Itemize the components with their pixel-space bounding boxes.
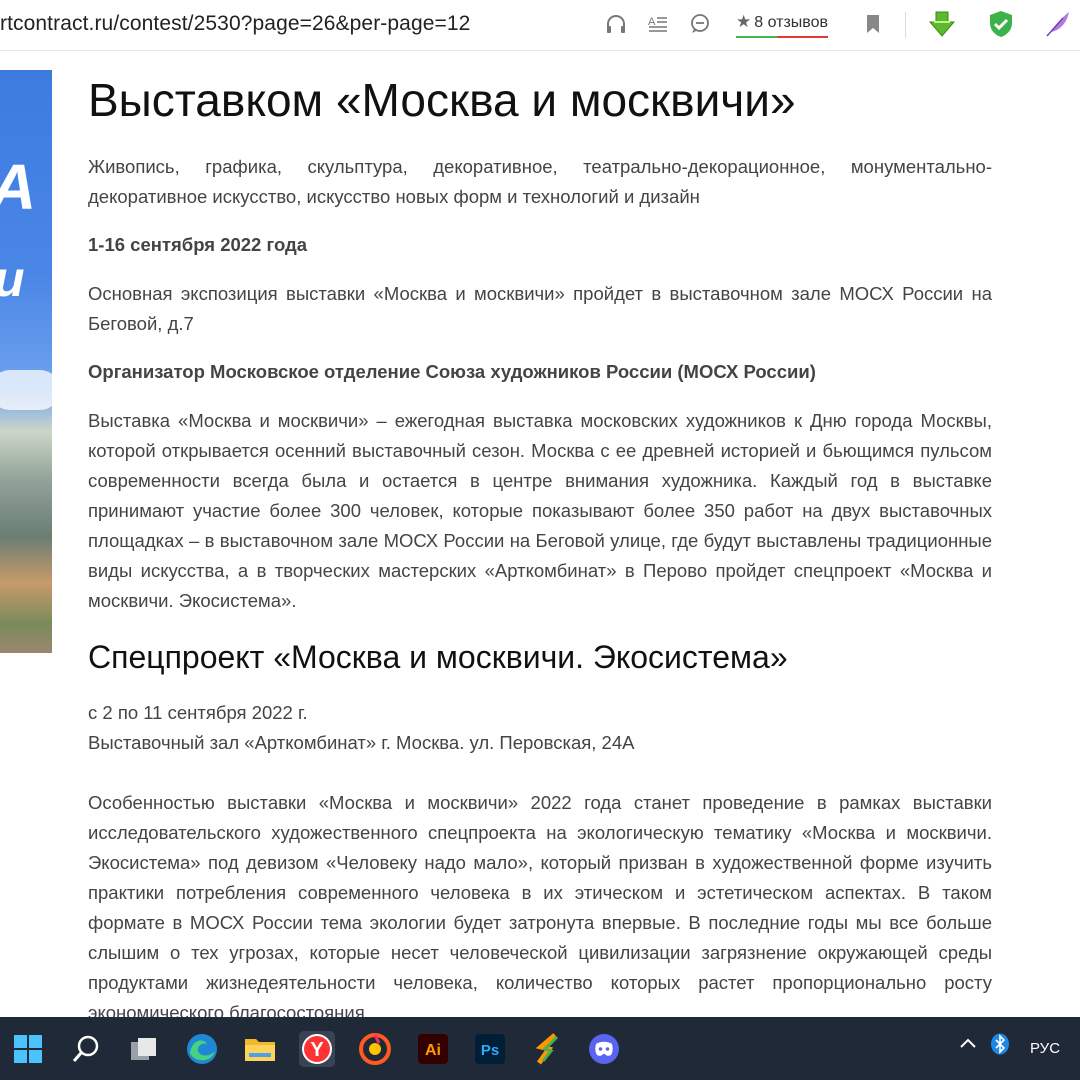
address-bar-url[interactable]: rtcontract.ru/contest/2530?page=26&per-p… [0, 12, 470, 36]
banner-image[interactable]: А и [0, 70, 52, 653]
organizer-text: Организатор Московское отделение Союза х… [88, 361, 816, 382]
section-title: Спецпроект «Москва и москвичи. Экосистем… [88, 639, 788, 675]
svg-text:Y: Y [310, 1039, 324, 1061]
download-icon[interactable] [928, 10, 956, 38]
file-explorer-icon[interactable] [242, 1031, 278, 1067]
discord-icon[interactable] [586, 1031, 622, 1067]
illustrator-icon[interactable]: Ai [415, 1031, 451, 1067]
feather-icon[interactable] [1044, 10, 1072, 38]
headphones-icon[interactable] [604, 12, 628, 36]
language-indicator[interactable]: РУС [1030, 1040, 1060, 1057]
music-app-icon[interactable] [357, 1031, 393, 1067]
svg-text:Ai: Ai [425, 1042, 441, 1059]
search-icon[interactable] [68, 1031, 104, 1067]
section-place: Выставочный зал «Арткомбинат» г. Москва.… [88, 732, 635, 753]
edge-icon[interactable] [184, 1031, 220, 1067]
article-subtitle: Живопись, графика, скульптура, декоратив… [88, 156, 992, 207]
bookmark-icon[interactable] [861, 12, 885, 36]
article: Выставком «Москва и москвичи» Живопись, … [88, 70, 992, 1028]
yandex-browser-icon[interactable]: Y [299, 1031, 335, 1067]
shield-icon[interactable] [987, 10, 1015, 38]
reviews-count: 8 отзывов [754, 14, 829, 31]
reader-icon[interactable]: A [646, 12, 670, 36]
reviews-link[interactable]: ★ 8 отзывов [736, 12, 829, 38]
exhibition-dates: 1-16 сентября 2022 года [88, 234, 308, 255]
bluetooth-icon[interactable] [990, 1033, 1010, 1060]
svg-text:Ps: Ps [481, 1042, 499, 1059]
windows-start-icon[interactable] [10, 1031, 46, 1067]
task-view-icon[interactable] [126, 1031, 162, 1067]
app-icon[interactable] [530, 1031, 566, 1067]
photoshop-icon[interactable]: Ps [472, 1031, 508, 1067]
chevron-up-icon[interactable] [958, 1033, 978, 1058]
star-icon: ★ [736, 12, 752, 31]
browser-toolbar: rtcontract.ru/contest/2530?page=26&per-p… [0, 0, 1080, 51]
description-text: Выставка «Москва и москвичи» – ежегодная… [88, 410, 992, 611]
taskbar: Y Ai Ps РУС [0, 1017, 1080, 1080]
main-exposition-text: Основная экспозиция выставки «Москва и м… [88, 283, 992, 334]
section-text: Особенностью выставки «Москва и москвичи… [88, 792, 992, 1023]
section-dates: с 2 по 11 сентября 2022 г. [88, 702, 308, 723]
banner-text-1: А [0, 150, 36, 224]
page-title: Выставком «Москва и москвичи» [88, 74, 796, 126]
banner-text-2: и [0, 250, 25, 308]
chat-icon[interactable] [688, 12, 712, 36]
